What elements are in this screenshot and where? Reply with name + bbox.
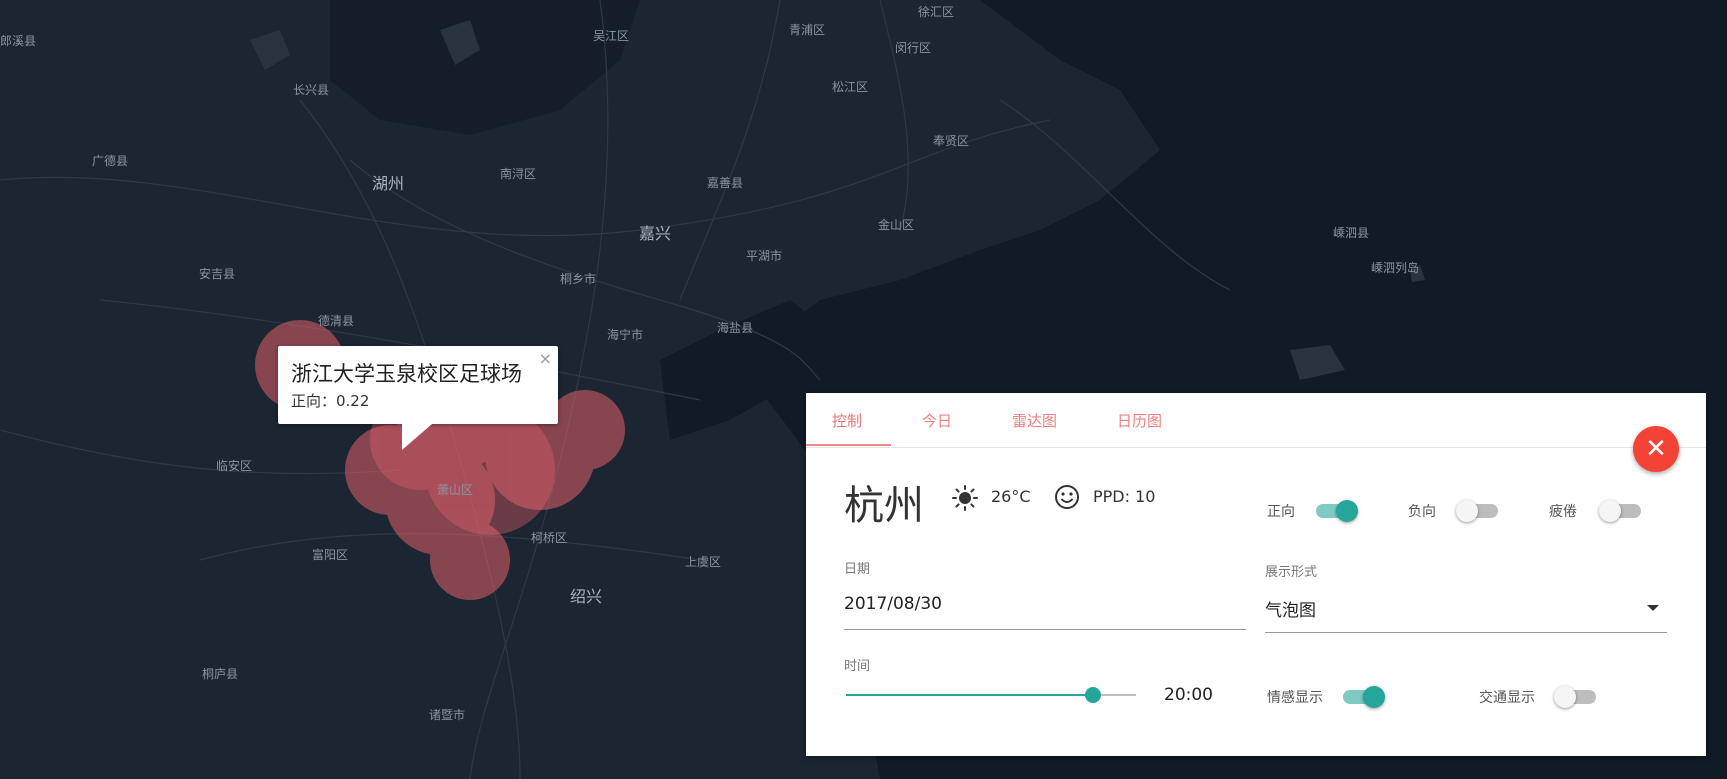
tab-radar[interactable]: 雷达图 (1012, 410, 1057, 431)
ppd-value: PPD: 10 (1093, 487, 1156, 506)
tab-control[interactable]: 控制 (832, 410, 862, 431)
chevron-down-icon[interactable] (1647, 605, 1659, 611)
map-label: 嵊泗列岛 (1371, 260, 1419, 275)
map-label: 临安区 (216, 458, 252, 473)
map-label: 广德县 (92, 153, 128, 168)
location-popup: 浙江大学玉泉校区足球场 正向：0.22 × (278, 346, 558, 450)
map-label: 徐汇区 (918, 4, 954, 19)
emotion-toggle-label: 情感显示 (1267, 690, 1323, 706)
map-label: 长兴县 (293, 83, 329, 97)
map-label: 平湖市 (746, 248, 782, 263)
temperature: 26°C (991, 487, 1031, 506)
popup-value: 正向：0.22 (291, 392, 370, 410)
date-label: 日期 (844, 562, 871, 577)
display-label: 展示形式 (1265, 565, 1318, 580)
traffic-toggle-label: 交通显示 (1479, 690, 1535, 706)
map-label: 柯桥区 (531, 531, 567, 545)
map-label: 吴江区 (593, 29, 629, 43)
map-label: 诸暨市 (429, 707, 465, 722)
map-label: 松江区 (832, 80, 868, 94)
map-label: 上虞区 (685, 555, 721, 569)
sun-icon (952, 485, 978, 511)
fatigue-toggle-label: 疲倦 (1549, 504, 1577, 520)
tab-indicator (806, 444, 891, 446)
panel-tabs: 控制 今日 雷达图 日历图 (806, 393, 1706, 448)
map-label: 萧山区 (437, 483, 473, 497)
display-select[interactable]: 气泡图 (1265, 596, 1316, 621)
map-label: 嘉兴 (639, 224, 671, 243)
negative-toggle[interactable] (1456, 500, 1498, 522)
time-label: 时间 (844, 659, 871, 674)
map-label: 安吉县 (199, 266, 235, 281)
positive-toggle-label: 正向 (1267, 504, 1295, 520)
map-label: 青浦区 (789, 23, 825, 37)
map-label: 德清县 (318, 313, 354, 328)
time-slider-fill (846, 694, 1093, 696)
map-label: 郎溪县 (0, 34, 36, 48)
map-label: 桐乡市 (560, 271, 596, 286)
map-label: 湖州 (372, 174, 404, 193)
popup-title: 浙江大学玉泉校区足球场 (291, 362, 522, 386)
map-label: 富阳区 (312, 547, 348, 562)
negative-toggle-label: 负向 (1408, 504, 1436, 520)
traffic-toggle[interactable] (1554, 686, 1596, 708)
map-label: 金山区 (878, 217, 914, 232)
display-underline (1265, 632, 1667, 633)
control-panel: 控制 今日 雷达图 日历图 ✕ 杭州 26°C PPD: 10 正向 负向 疲倦… (806, 393, 1706, 756)
fatigue-toggle[interactable] (1599, 500, 1641, 522)
popup-close-icon[interactable]: × (539, 349, 552, 368)
map-label: 海盐县 (717, 320, 753, 335)
tab-today[interactable]: 今日 (922, 410, 952, 431)
map-label: 嘉善县 (707, 175, 743, 190)
close-icon: ✕ (1645, 434, 1667, 464)
map-label: 海宁市 (607, 327, 643, 342)
map-label: 嵊泗县 (1333, 226, 1369, 240)
date-underline (844, 629, 1246, 630)
map-label: 南浔区 (500, 166, 536, 181)
map-label: 奉贤区 (933, 134, 969, 148)
map-label: 绍兴 (570, 587, 602, 606)
time-slider-thumb[interactable] (1084, 687, 1101, 703)
time-slider[interactable] (846, 687, 1136, 703)
date-input[interactable]: 2017/08/30 (844, 594, 942, 614)
emotion-toggle[interactable] (1343, 686, 1385, 708)
positive-toggle[interactable] (1316, 500, 1358, 522)
tab-calendar[interactable]: 日历图 (1117, 410, 1162, 431)
close-panel-button[interactable]: ✕ (1633, 426, 1679, 472)
smiley-icon (1055, 485, 1079, 509)
city-name: 杭州 (844, 483, 924, 529)
time-value: 20:00 (1164, 685, 1213, 705)
map-label: 闵行区 (895, 40, 931, 55)
map-label: 桐庐县 (202, 666, 238, 681)
